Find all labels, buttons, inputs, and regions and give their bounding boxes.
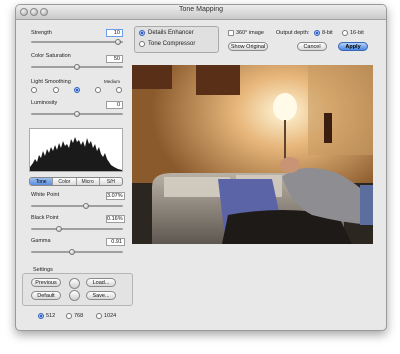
depth-8bit-label: 8-bit (322, 30, 333, 36)
gamma-label: Gamma (31, 238, 51, 244)
histogram (29, 128, 123, 172)
details-enhancer-radio[interactable] (139, 30, 145, 36)
settings-action-icon[interactable] (69, 278, 80, 289)
strength-slider-knob[interactable] (115, 39, 122, 45)
histogram-graph (30, 137, 122, 171)
strength-field[interactable]: 10 (106, 29, 123, 37)
image-360-checkbox[interactable] (228, 30, 234, 36)
tab-tone[interactable]: Tone (30, 178, 54, 185)
preview-size-768-label: 768 (74, 313, 84, 319)
white-point-slider-track[interactable] (31, 205, 123, 207)
white-point-label: White Point (31, 192, 60, 198)
color-saturation-label: Color Saturation (31, 53, 71, 59)
show-original-button[interactable]: Show Original (228, 42, 268, 51)
color-saturation-slider-knob[interactable] (74, 64, 80, 70)
tone-compressor-radio[interactable] (139, 41, 145, 47)
tab-color[interactable]: Color (53, 178, 77, 185)
light-smoothing-radio-5[interactable] (116, 87, 122, 93)
white-point-slider-knob[interactable] (83, 203, 90, 209)
light-smoothing-radio-4[interactable] (95, 87, 101, 93)
tab-micro[interactable]: Micro (77, 178, 100, 185)
light-smoothing-hint: Medium (104, 79, 121, 84)
strength-label: Strength (31, 30, 52, 36)
light-smoothing-radio-2[interactable] (53, 87, 59, 93)
tab-sh[interactable]: S/H (100, 178, 122, 185)
details-enhancer-label: Details Enhancer (148, 30, 194, 36)
gamma-field[interactable]: 0.91 (106, 238, 125, 246)
preview-size-1024-radio[interactable] (96, 313, 102, 319)
output-depth-label: Output depth: (276, 30, 310, 36)
cancel-button[interactable]: Cancel (297, 42, 327, 51)
black-point-field[interactable]: 0.16% (106, 215, 125, 223)
depth-16bit-radio[interactable] (342, 30, 348, 36)
preview-size-512-radio[interactable] (38, 313, 44, 319)
strength-slider-track[interactable] (31, 41, 123, 43)
preview-size-512-label: 512 (46, 313, 56, 319)
depth-16bit-label: 16-bit (350, 30, 364, 36)
luminosity-slider-knob[interactable] (74, 111, 80, 117)
window-title: Tone Mapping (179, 6, 223, 13)
black-point-slider-track[interactable] (31, 228, 123, 230)
preview-size-1024-label: 1024 (104, 313, 117, 319)
preview-image[interactable] (132, 65, 373, 244)
apply-button[interactable]: Apply (338, 42, 368, 51)
save-button[interactable]: Save... (86, 291, 116, 300)
load-button[interactable]: Load... (86, 278, 116, 287)
luminosity-label: Luminosity (31, 100, 58, 106)
gamma-slider-knob[interactable] (69, 249, 76, 255)
title-bar: Tone Mapping (16, 5, 386, 20)
light-smoothing-label: Light Smoothing (31, 79, 71, 85)
luminosity-field[interactable]: 0 (106, 101, 123, 109)
tone-mapping-window: Tone Mapping Strength 10 Color Saturatio… (15, 4, 387, 331)
black-point-label: Black Point (31, 215, 59, 221)
depth-8bit-radio[interactable] (314, 30, 320, 36)
light-smoothing-radio-1[interactable] (31, 87, 37, 93)
previous-button[interactable]: Previous (31, 278, 61, 287)
preview-photo (132, 65, 373, 244)
settings-action-icon-2[interactable] (69, 290, 80, 301)
black-point-slider-knob[interactable] (55, 226, 62, 232)
light-smoothing-radio-3[interactable] (74, 87, 80, 93)
image-360-label: 360° image (236, 30, 264, 36)
gamma-slider-track[interactable] (31, 251, 123, 253)
tone-compressor-label: Tone Compressor (148, 41, 196, 47)
histogram-tabs: Tone Color Micro S/H (29, 177, 123, 186)
color-saturation-field[interactable]: 50 (106, 55, 123, 63)
preview-size-768-radio[interactable] (66, 313, 72, 319)
white-point-field[interactable]: 3.07% (106, 192, 125, 200)
default-button[interactable]: Default (31, 291, 61, 300)
